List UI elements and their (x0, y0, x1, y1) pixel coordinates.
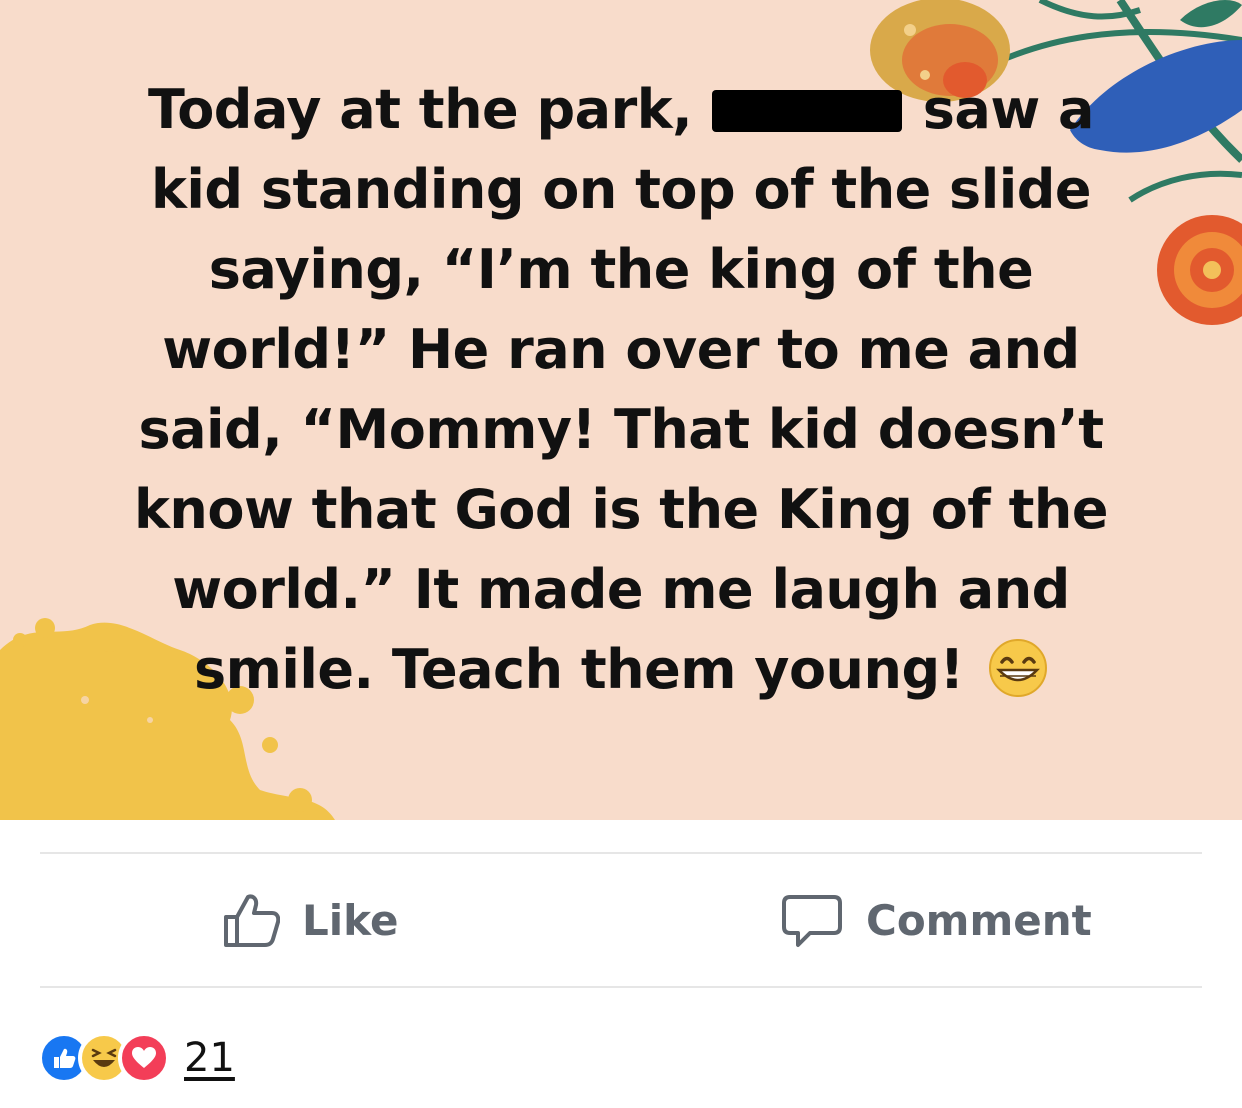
comment-label: Comment (866, 895, 1092, 945)
like-button[interactable]: Like (222, 880, 398, 960)
thumbs-up-icon (224, 894, 280, 947)
post-line-3: saying, “I’m the king of the (208, 238, 1034, 301)
love-reaction-icon (118, 1032, 170, 1084)
post-text: Today at the park, saw a kid standing on… (40, 70, 1202, 710)
post-line-4: world!” He ran over to me and (162, 318, 1080, 381)
divider-bottom (40, 986, 1202, 988)
speech-bubble-icon (782, 895, 842, 947)
post-line-1-start: Today at the park, (148, 78, 711, 141)
post-line-6: know that God is the King of the (134, 478, 1108, 541)
grinning-face-emoji-icon (989, 639, 1048, 697)
reactions-summary[interactable]: 21 (38, 1030, 235, 1086)
divider-top (40, 852, 1202, 854)
post-line-2: kid standing on top of the slide (151, 158, 1092, 221)
post-line-1: Today at the park, saw a (40, 70, 1202, 150)
post-line-1-end: saw a (904, 78, 1095, 141)
reaction-count[interactable]: 21 (184, 1035, 235, 1081)
post-line-5: said, “Mommy! That kid doesn’t (138, 398, 1104, 461)
post-line-8-text: smile. Teach them young! (193, 638, 983, 701)
post-background: Today at the park, saw a kid standing on… (0, 0, 1242, 820)
post-line-7: world.” It made me laugh and (172, 558, 1070, 621)
redacted-name (712, 90, 903, 132)
comment-button[interactable]: Comment (780, 880, 1092, 960)
like-label: Like (302, 895, 399, 945)
post-line-8: smile. Teach them young! (40, 630, 1202, 710)
